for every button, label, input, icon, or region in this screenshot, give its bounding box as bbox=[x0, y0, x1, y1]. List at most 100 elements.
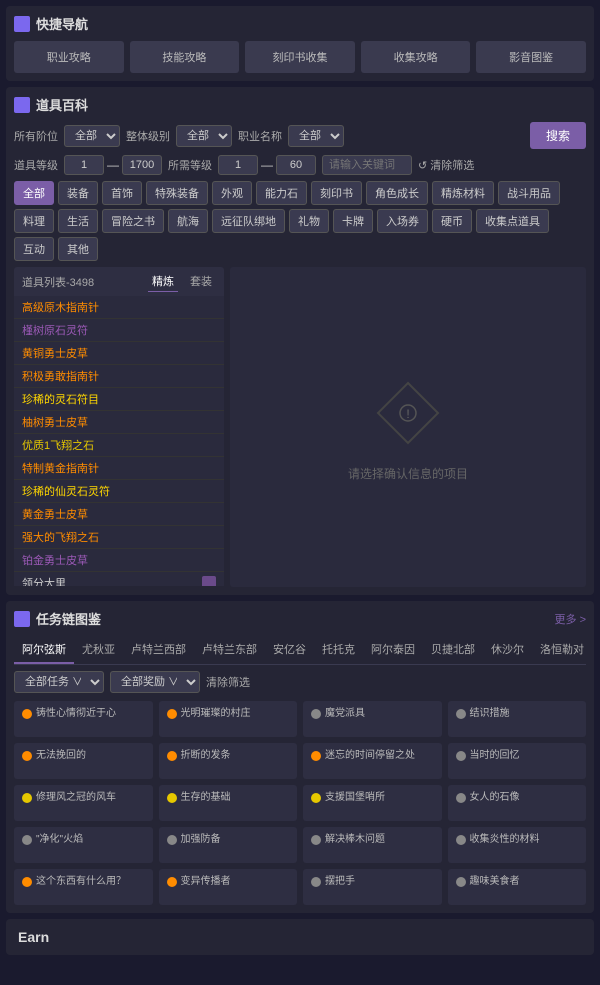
list-item[interactable]: 优质1飞翔之石 bbox=[14, 434, 224, 457]
mission-item[interactable]: 当时的回忆 bbox=[448, 743, 587, 779]
mission-item[interactable]: 结识措施 bbox=[448, 701, 587, 737]
mission-item[interactable]: 变异传播者 bbox=[159, 869, 298, 905]
region-tab-贝捷北部[interactable]: 贝捷北部 bbox=[423, 636, 483, 664]
mission-item[interactable]: 无法挽回的 bbox=[14, 743, 153, 779]
list-item[interactable]: 高级原木指南针 bbox=[14, 296, 224, 319]
filter-tag-远征队绑地[interactable]: 远征队绑地 bbox=[212, 209, 285, 233]
list-item[interactable]: 铂金勇士皮草 bbox=[14, 549, 224, 572]
region-tab-洛恒勒对[interactable]: 洛恒勒对 bbox=[532, 636, 586, 664]
region-tab-阿尔泰因[interactable]: 阿尔泰因 bbox=[363, 636, 423, 664]
list-item[interactable]: 强大的飞翔之石 bbox=[14, 526, 224, 549]
item-name-label: 槿树原石灵符 bbox=[22, 322, 88, 338]
filter-tag-特殊装备[interactable]: 特殊装备 bbox=[146, 181, 208, 205]
upgrade-label: 道具等级 bbox=[14, 157, 58, 173]
list-item[interactable]: 积极勇敢指南针 bbox=[14, 365, 224, 388]
mission-item[interactable]: 生存的基础 bbox=[159, 785, 298, 821]
mission-status-dot bbox=[456, 751, 466, 761]
list-item[interactable]: 黄铜勇士皮草 bbox=[14, 342, 224, 365]
job-select[interactable]: 全部 bbox=[288, 125, 344, 147]
item-name-label: 高级原木指南针 bbox=[22, 299, 99, 315]
filter-tag-航海[interactable]: 航海 bbox=[168, 209, 208, 233]
filter-tag-互动[interactable]: 互动 bbox=[14, 237, 54, 261]
mission-item[interactable]: 趣味美食者 bbox=[448, 869, 587, 905]
region-tab-安亿谷[interactable]: 安亿谷 bbox=[265, 636, 314, 664]
filter-tag-生活[interactable]: 生活 bbox=[58, 209, 98, 233]
mission-item[interactable]: 光明璀璨的村庄 bbox=[159, 701, 298, 737]
item-list-tab-套装[interactable]: 套装 bbox=[186, 271, 216, 292]
filter-tag-其他[interactable]: 其他 bbox=[58, 237, 98, 261]
item-name-label: 珍稀的仙灵石灵符 bbox=[22, 483, 110, 499]
mission-item[interactable]: 摆把手 bbox=[303, 869, 442, 905]
region-tab-托托克[interactable]: 托托克 bbox=[314, 636, 363, 664]
mission-item[interactable]: 加强防备 bbox=[159, 827, 298, 863]
item-list-tab-精炼[interactable]: 精炼 bbox=[148, 271, 178, 292]
filter-tag-战斗用品[interactable]: 战斗用品 bbox=[498, 181, 560, 205]
filter-tag-收集点道具[interactable]: 收集点道具 bbox=[476, 209, 549, 233]
search-button[interactable]: 搜索 bbox=[530, 122, 586, 149]
upgrade-from-input[interactable] bbox=[64, 155, 104, 175]
quick-nav-btn-影音图鉴[interactable]: 影音图鉴 bbox=[476, 41, 586, 73]
quick-nav-btn-收集攻略[interactable]: 收集攻略 bbox=[361, 41, 471, 73]
filter-tag-全部[interactable]: 全部 bbox=[14, 181, 54, 205]
list-item[interactable]: 珍稀的灵石符目 bbox=[14, 388, 224, 411]
list-item[interactable]: 柚树勇士皮草 bbox=[14, 411, 224, 434]
list-item[interactable]: 珍稀的仙灵石灵符 bbox=[14, 480, 224, 503]
mission-item[interactable]: 收集炎性的材料 bbox=[448, 827, 587, 863]
region-tab-卢特兰东部[interactable]: 卢特兰东部 bbox=[194, 636, 265, 664]
mission-text-label: 支援国堡哨所 bbox=[325, 791, 385, 805]
mission-text-label: 这个东西有什么用？ bbox=[36, 875, 126, 889]
filter-tag-硬币[interactable]: 硬币 bbox=[432, 209, 472, 233]
item-list-header: 道具列表-3498 精炼套装 bbox=[14, 267, 224, 296]
mission-item[interactable]: 折断的发条 bbox=[159, 743, 298, 779]
list-item[interactable]: 领分大里 bbox=[14, 572, 224, 586]
region-tab-尤秋亚[interactable]: 尤秋亚 bbox=[74, 636, 123, 664]
grade-select[interactable]: 全部 bbox=[176, 125, 232, 147]
item-name-label: 柚树勇士皮草 bbox=[22, 414, 88, 430]
region-tab-休沙尔[interactable]: 休沙尔 bbox=[483, 636, 532, 664]
mission-item[interactable]: 解决棒木问题 bbox=[303, 827, 442, 863]
mission-item[interactable]: 女人的石像 bbox=[448, 785, 587, 821]
mission-type-select[interactable]: 全部任务 ∨ bbox=[14, 671, 104, 693]
region-tab-卢特兰西部[interactable]: 卢特兰西部 bbox=[123, 636, 194, 664]
more-link[interactable]: 更多 > bbox=[555, 611, 586, 627]
mission-item[interactable]: 铸性心情彻近于心 bbox=[14, 701, 153, 737]
mission-item[interactable]: 支援国堡哨所 bbox=[303, 785, 442, 821]
keyword-input[interactable] bbox=[322, 155, 412, 175]
list-item[interactable]: 槿树原石灵符 bbox=[14, 319, 224, 342]
rank-select[interactable]: 全部 bbox=[64, 125, 120, 147]
mission-item[interactable]: 修理风之冠的风车 bbox=[14, 785, 153, 821]
item-panel: 道具列表-3498 精炼套装 高级原木指南针槿树原石灵符黄铜勇士皮草积极勇敢指南… bbox=[14, 267, 586, 587]
filter-tag-装备[interactable]: 装备 bbox=[58, 181, 98, 205]
filter-tag-能力石[interactable]: 能力石 bbox=[256, 181, 307, 205]
clear-filter-button[interactable]: ↺ 清除筛选 bbox=[418, 157, 474, 173]
list-item[interactable]: 黄金勇士皮草 bbox=[14, 503, 224, 526]
quick-nav-btn-刻印书收集[interactable]: 刻印书收集 bbox=[245, 41, 355, 73]
filter-tag-外观[interactable]: 外观 bbox=[212, 181, 252, 205]
require-from-input[interactable] bbox=[218, 155, 258, 175]
mission-item[interactable]: 迷忘的时间停留之处 bbox=[303, 743, 442, 779]
mission-item[interactable]: "净化"火焰 bbox=[14, 827, 153, 863]
filter-tag-卡牌[interactable]: 卡牌 bbox=[333, 209, 373, 233]
filter-tag-入场券[interactable]: 入场券 bbox=[377, 209, 428, 233]
filter-tag-首饰[interactable]: 首饰 bbox=[102, 181, 142, 205]
mission-status-dot bbox=[22, 793, 32, 803]
mission-item[interactable]: 这个东西有什么用？ bbox=[14, 869, 153, 905]
region-tab-阿尔弦斯[interactable]: 阿尔弦斯 bbox=[14, 636, 74, 664]
filter-tag-礼物[interactable]: 礼物 bbox=[289, 209, 329, 233]
filter-tag-精炼材料[interactable]: 精炼材料 bbox=[432, 181, 494, 205]
mission-reward-select[interactable]: 全部奖励 ∨ bbox=[110, 671, 200, 693]
filter-tag-冒险之书[interactable]: 冒险之书 bbox=[102, 209, 164, 233]
list-item[interactable]: 特制黄金指南针 bbox=[14, 457, 224, 480]
mission-item[interactable]: 魔党派具 bbox=[303, 701, 442, 737]
filter-tag-刻印书[interactable]: 刻印书 bbox=[311, 181, 362, 205]
item-list: 高级原木指南针槿树原石灵符黄铜勇士皮草积极勇敢指南针珍稀的灵石符目柚树勇士皮草优… bbox=[14, 296, 224, 586]
quick-nav-icon bbox=[14, 16, 30, 32]
quick-nav-btn-技能攻略[interactable]: 技能攻略 bbox=[130, 41, 240, 73]
mission-clear-filter-button[interactable]: 清除筛选 bbox=[206, 674, 250, 690]
filter-tag-料理[interactable]: 料理 bbox=[14, 209, 54, 233]
upgrade-to-input[interactable] bbox=[122, 155, 162, 175]
require-to-input[interactable] bbox=[276, 155, 316, 175]
mission-text-label: 当时的回忆 bbox=[470, 749, 520, 763]
quick-nav-btn-职业攻略[interactable]: 职业攻略 bbox=[14, 41, 124, 73]
filter-tag-角色成长[interactable]: 角色成长 bbox=[366, 181, 428, 205]
